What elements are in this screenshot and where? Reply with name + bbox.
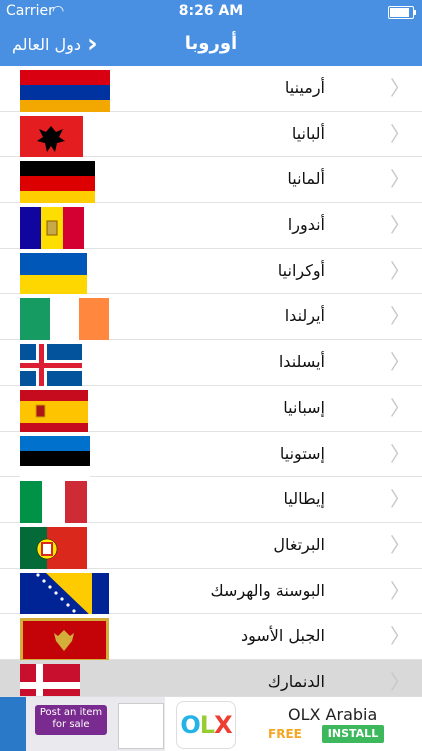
iceland-flag bbox=[20, 344, 82, 389]
country-name: ألبانيا bbox=[291, 123, 325, 143]
ad-banner[interactable]: Post an item for sale OLX OLX Arabia FRE… bbox=[0, 696, 422, 751]
andorra-flag bbox=[20, 207, 84, 252]
chevron-right-icon: 〉 bbox=[390, 213, 410, 238]
chevron-right-icon: 〉 bbox=[390, 578, 410, 603]
list-item[interactable]: ألمانيا 〉 bbox=[0, 157, 422, 206]
ireland-flag bbox=[20, 298, 109, 343]
country-name: إستونيا bbox=[279, 443, 325, 463]
country-name: الجبل الأسود bbox=[240, 626, 325, 646]
country-name: إسبانيا bbox=[283, 397, 325, 417]
list-item[interactable]: أيرلندا 〉 bbox=[0, 294, 422, 343]
chevron-right-icon: 〉 bbox=[390, 76, 410, 100]
chevron-right-icon: 〉 bbox=[390, 395, 410, 420]
chevron-right-icon: 〉 bbox=[390, 532, 410, 557]
chevron-right-icon: 〉 bbox=[390, 121, 410, 146]
country-list: أرمينيا 〉 ألبانيا 〉 ألمانيا 〉 أندورا 〉 أ… bbox=[0, 66, 422, 696]
list-item[interactable]: البوسنة والهرسك 〉 bbox=[0, 568, 422, 617]
country-name: أوكرانيا bbox=[277, 260, 325, 280]
list-item[interactable]: أيسلندا 〉 bbox=[0, 340, 422, 389]
estonia-flag bbox=[20, 435, 90, 480]
chevron-right-icon: 〉 bbox=[390, 487, 410, 512]
country-name: البرتغال bbox=[273, 534, 325, 554]
navigation-bar: دول العالم ‹ أوروبا bbox=[0, 22, 422, 66]
country-name: إيطاليا bbox=[283, 489, 325, 509]
ukraine-flag bbox=[20, 252, 87, 297]
list-item[interactable]: إسبانيا 〉 bbox=[0, 385, 422, 434]
spain-flag bbox=[20, 389, 88, 434]
chevron-right-icon: 〉 bbox=[390, 441, 410, 466]
portugal-flag bbox=[20, 526, 87, 571]
germany-flag bbox=[20, 161, 95, 206]
albania-flag bbox=[20, 115, 83, 160]
chevron-right-icon: 〉 bbox=[390, 258, 410, 283]
country-name: أندورا bbox=[287, 215, 325, 235]
country-name: الدنمارك bbox=[267, 671, 325, 691]
denmark-flag bbox=[20, 663, 80, 696]
country-name: البوسنة والهرسك bbox=[210, 580, 325, 600]
list-item[interactable]: الجبل الأسود 〉 bbox=[0, 614, 422, 663]
olx-logo: OLX bbox=[176, 701, 236, 749]
list-item[interactable]: أوكرانيا 〉 bbox=[0, 248, 422, 297]
list-item[interactable]: ألبانيا 〉 bbox=[0, 111, 422, 160]
ad-price-label: FREE bbox=[268, 727, 302, 741]
country-name: ألمانيا bbox=[287, 169, 325, 189]
list-item[interactable]: أندورا 〉 bbox=[0, 203, 422, 252]
status-bar: Carrier ◠ 8:26 AM bbox=[0, 0, 422, 22]
italy-flag bbox=[20, 481, 87, 526]
montenegro-flag bbox=[20, 618, 109, 663]
ad-screenshot: Post an item for sale bbox=[0, 697, 165, 751]
country-name: أيرلندا bbox=[284, 306, 325, 326]
list-item[interactable]: أرمينيا 〉 bbox=[0, 66, 422, 114]
ad-post-label: Post an item for sale bbox=[35, 705, 107, 735]
list-item[interactable]: البرتغال 〉 bbox=[0, 522, 422, 571]
chevron-right-icon: 〉 bbox=[390, 167, 410, 192]
install-button[interactable]: INSTALL bbox=[322, 725, 384, 743]
battery-icon bbox=[388, 6, 416, 19]
page-title: أوروبا bbox=[184, 33, 238, 54]
chevron-right-icon: 〉 bbox=[390, 350, 410, 375]
chevron-right-icon: 〉 bbox=[390, 669, 410, 694]
country-name: أيسلندا bbox=[278, 352, 325, 372]
bosnia-flag bbox=[20, 572, 109, 617]
clock: 8:26 AM bbox=[178, 3, 244, 19]
country-name: أرمينيا bbox=[284, 78, 325, 97]
armenia-flag bbox=[20, 70, 110, 114]
ad-app-name: OLX Arabia bbox=[288, 705, 378, 724]
list-item[interactable]: إيطاليا 〉 bbox=[0, 477, 422, 526]
list-item[interactable]: الدنمارك 〉 bbox=[0, 659, 422, 696]
chevron-right-icon: 〉 bbox=[390, 304, 410, 329]
list-item[interactable]: إستونيا 〉 bbox=[0, 431, 422, 480]
chevron-right-icon: 〉 bbox=[390, 624, 410, 649]
